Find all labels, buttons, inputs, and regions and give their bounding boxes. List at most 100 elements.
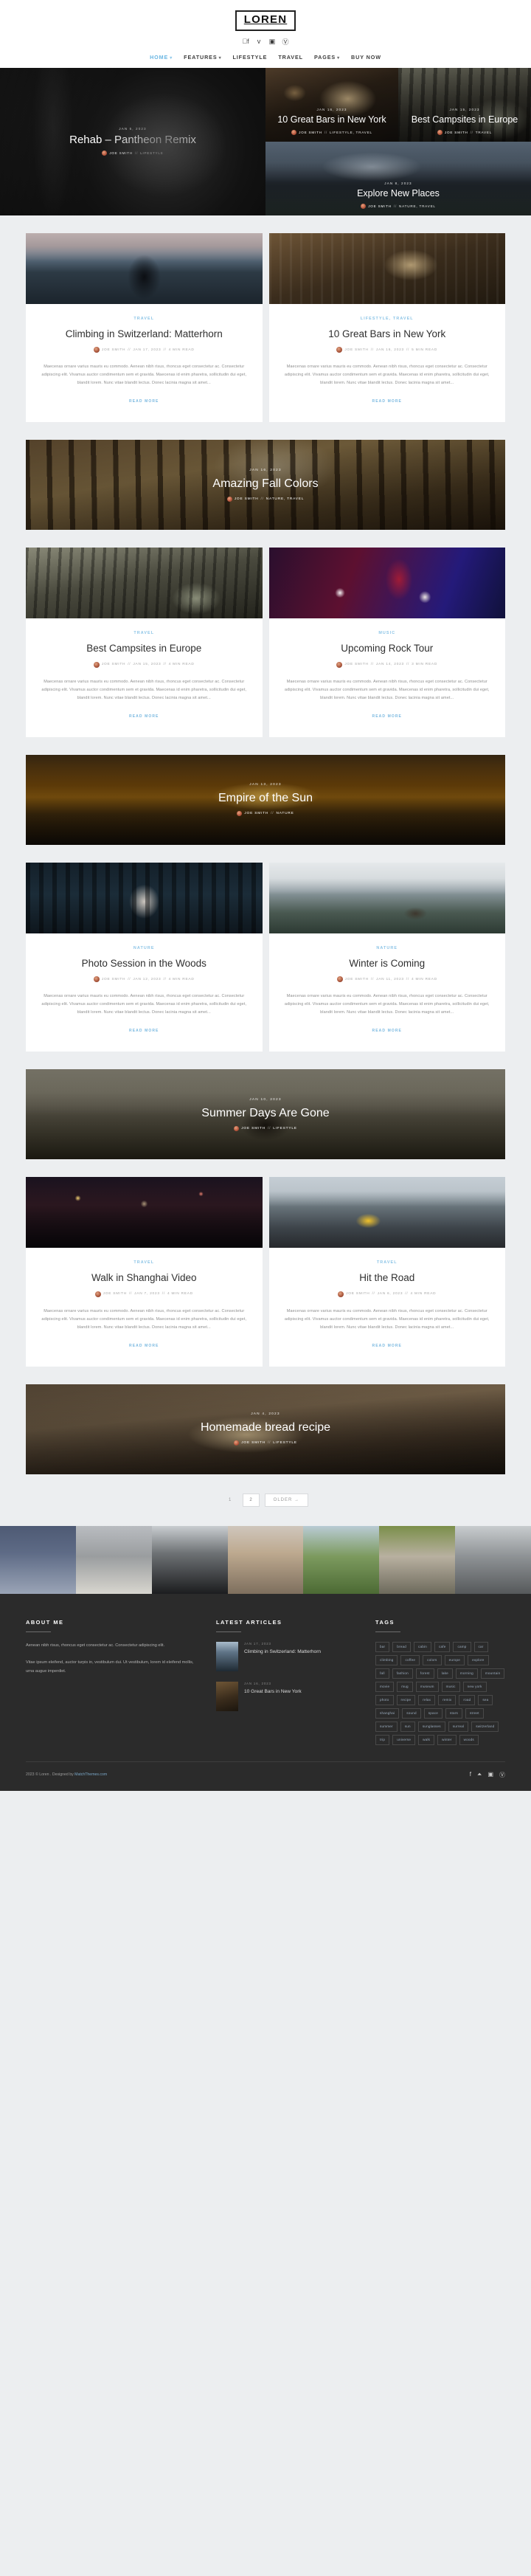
pagination-older-button[interactable]: OLDER →: [264, 1493, 309, 1507]
instagram-photo[interactable]: [379, 1525, 456, 1594]
footer-tag[interactable]: walk: [418, 1734, 435, 1745]
nav-item-buy-now[interactable]: BUY NOW: [351, 54, 381, 61]
post-thumbnail[interactable]: [26, 1177, 263, 1249]
footer-tag[interactable]: sound: [402, 1707, 421, 1719]
post-title[interactable]: 10 Great Bars in New York: [281, 328, 494, 341]
footer-tag[interactable]: forest: [415, 1668, 434, 1679]
footer-latest-item[interactable]: JAN 17, 2023 Climbing in Switzerland: Ma…: [216, 1641, 356, 1671]
nav-item-travel[interactable]: TRAVEL: [278, 54, 303, 61]
post-card-shanghai[interactable]: TRAVEL Walk in Shanghai Video JOE SMITH …: [26, 1177, 263, 1367]
nav-item-home[interactable]: HOME ▾: [150, 54, 173, 61]
hero-tile-bars[interactable]: JAN 16, 2023 10 Great Bars in New York J…: [266, 67, 398, 142]
footer-tag[interactable]: relax: [418, 1694, 436, 1705]
post-thumbnail[interactable]: [268, 232, 505, 304]
instagram-icon[interactable]: ▣: [268, 38, 277, 46]
pagination-page-2[interactable]: 2: [243, 1493, 260, 1507]
post-title[interactable]: Walk in Shanghai Video: [38, 1271, 251, 1285]
footer-latest-title[interactable]: Climbing in Switzerland: Matterhorn: [244, 1649, 321, 1656]
footer-tag[interactable]: shanghai: [375, 1707, 400, 1719]
footer-tag[interactable]: sun: [400, 1721, 415, 1732]
post-card-bars[interactable]: LIFESTYLE, TRAVEL 10 Great Bars in New Y…: [268, 232, 505, 423]
instagram-photo[interactable]: [303, 1525, 380, 1594]
footer-tag[interactable]: trip: [375, 1734, 390, 1745]
footer-tag[interactable]: bar: [375, 1641, 390, 1652]
read-more-link[interactable]: READ MORE: [129, 714, 159, 719]
feature-banner-summer-days[interactable]: JAN 10, 2023 Summer Days Are Gone JOE SM…: [26, 1069, 505, 1160]
read-more-link[interactable]: READ MORE: [372, 399, 402, 404]
post-category[interactable]: TRAVEL: [38, 1260, 251, 1265]
footer-tag[interactable]: lake: [437, 1668, 453, 1679]
nav-item-features[interactable]: FEATURES ▾: [184, 54, 221, 61]
facebook-icon[interactable]: f: [470, 1771, 471, 1779]
footer-tag[interactable]: sea: [478, 1694, 493, 1705]
footer-tag[interactable]: music: [441, 1681, 460, 1692]
footer-tag[interactable]: bread: [392, 1641, 411, 1652]
post-thumbnail[interactable]: [26, 232, 263, 304]
facebook-icon[interactable]: f: [242, 38, 250, 46]
post-card-photo-session[interactable]: NATURE Photo Session in the Woods JOE SM…: [26, 862, 263, 1052]
feature-banner-bread-recipe[interactable]: JAN 4, 2023 Homemade bread recipe JOE SM…: [26, 1384, 505, 1474]
hero-tile-explore[interactable]: JAN 8, 2023 Explore New Places JOE SMITH…: [266, 141, 531, 215]
read-more-link[interactable]: READ MORE: [372, 714, 402, 719]
post-thumbnail[interactable]: [26, 548, 263, 619]
footer-tag[interactable]: surreal: [448, 1721, 469, 1732]
instagram-photo[interactable]: [455, 1525, 531, 1594]
post-card-matterhorn[interactable]: TRAVEL Climbing in Switzerland: Matterho…: [26, 232, 263, 423]
post-title[interactable]: Climbing in Switzerland: Matterhorn: [38, 328, 251, 341]
twitter-icon[interactable]: ⏶: [477, 1771, 482, 1779]
instagram-photo[interactable]: [151, 1525, 228, 1594]
instagram-photo[interactable]: [75, 1525, 152, 1594]
read-more-link[interactable]: READ MORE: [129, 1029, 159, 1033]
feature-banner-empire-of-the-sun[interactable]: JAN 13, 2023 Empire of the Sun JOE SMITH…: [26, 754, 505, 845]
post-category[interactable]: NATURE: [38, 946, 251, 950]
footer-tag[interactable]: colors: [423, 1654, 442, 1665]
post-card-winter-is-coming[interactable]: NATURE Winter is Coming JOE SMITH // JAN…: [268, 862, 505, 1052]
post-category[interactable]: TRAVEL: [38, 631, 251, 635]
footer-tag[interactable]: coffee: [400, 1654, 420, 1665]
footer-tag[interactable]: cabin: [414, 1641, 431, 1652]
post-card-campsites[interactable]: TRAVEL Best Campsites in Europe JOE SMIT…: [26, 548, 263, 737]
footer-tag[interactable]: summer: [375, 1721, 398, 1732]
footer-tag[interactable]: climbing: [375, 1654, 398, 1665]
footer-tag[interactable]: street: [465, 1707, 484, 1719]
twitter-icon[interactable]: ᴠ: [255, 38, 263, 46]
post-category[interactable]: MUSIC: [281, 631, 494, 635]
instagram-photo[interactable]: [0, 1525, 76, 1594]
footer-latest-thumbnail[interactable]: [216, 1641, 238, 1671]
footer-latest-title[interactable]: 10 Great Bars in New York: [244, 1689, 302, 1696]
footer-latest-item[interactable]: JAN 16, 2023 10 Great Bars in New York: [216, 1681, 356, 1711]
site-logo[interactable]: LOREN: [235, 10, 296, 31]
instagram-photo[interactable]: [227, 1525, 304, 1594]
hero-main-slide[interactable]: JAN 5, 2023 Rehab – Pantheon Remix JOE S…: [0, 67, 266, 215]
post-thumbnail[interactable]: [268, 1177, 505, 1249]
nav-item-lifestyle[interactable]: LIFESTYLE: [232, 54, 267, 61]
footer-tag[interactable]: explore: [468, 1654, 489, 1665]
footer-tag[interactable]: photo: [375, 1694, 394, 1705]
post-category[interactable]: TRAVEL: [281, 1260, 494, 1265]
pinterest-icon[interactable]: Ⓥ: [282, 38, 290, 46]
post-thumbnail[interactable]: [26, 862, 263, 933]
post-card-rock-tour[interactable]: MUSIC Upcoming Rock Tour JOE SMITH // JA…: [268, 548, 505, 737]
nav-item-pages[interactable]: PAGES ▾: [314, 54, 340, 61]
footer-tag[interactable]: new york: [462, 1681, 487, 1692]
read-more-link[interactable]: READ MORE: [372, 1029, 402, 1033]
footer-latest-thumbnail[interactable]: [216, 1681, 238, 1711]
footer-tag[interactable]: movie: [375, 1681, 395, 1692]
post-thumbnail[interactable]: [268, 548, 505, 619]
post-thumbnail[interactable]: [268, 862, 505, 933]
post-title[interactable]: Upcoming Rock Tour: [281, 642, 494, 655]
footer-tag[interactable]: camp: [453, 1641, 471, 1652]
footer-tag[interactable]: stars: [445, 1707, 463, 1719]
feature-banner-fall-colors[interactable]: JAN 16, 2023 Amazing Fall Colors JOE SMI…: [26, 440, 505, 531]
post-title[interactable]: Best Campsites in Europe: [38, 642, 251, 655]
read-more-link[interactable]: READ MORE: [129, 399, 159, 404]
footer-tag[interactable]: switzerland: [471, 1721, 499, 1732]
post-card-hit-the-road[interactable]: TRAVEL Hit the Road JOE SMITH // JAN 6, …: [268, 1177, 505, 1367]
footer-tag[interactable]: road: [459, 1694, 476, 1705]
post-title[interactable]: Photo Session in the Woods: [38, 957, 251, 970]
footer-tag[interactable]: space: [423, 1707, 443, 1719]
footer-tag[interactable]: europe: [444, 1654, 465, 1665]
footer-tag[interactable]: universe: [392, 1734, 416, 1745]
post-category[interactable]: NATURE: [281, 946, 494, 950]
footer-tag[interactable]: morning: [455, 1668, 478, 1679]
